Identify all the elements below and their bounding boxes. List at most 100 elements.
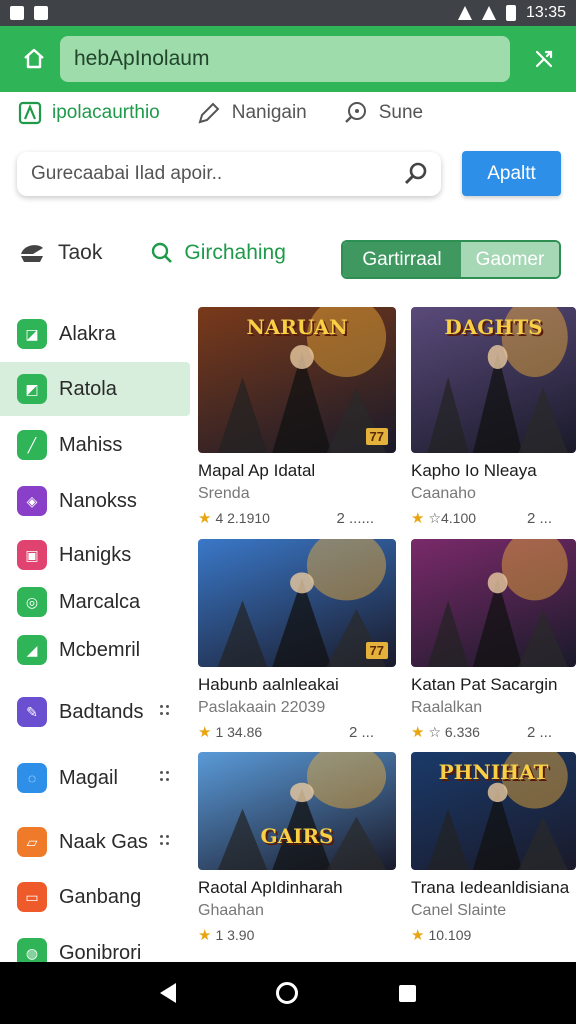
system-nav-bar [0,962,576,1024]
app-icon [18,101,42,125]
sidebar-item[interactable]: ▣ Hanigks [0,528,190,582]
download-count: 2 ... [348,723,374,741]
sidebar-item-label: Marcalca [59,590,141,613]
home-icon [24,48,44,69]
age-badge: 77 [365,428,388,445]
card-title: Trana Iedeanldisiana [411,878,570,897]
recents-icon[interactable] [398,984,416,1002]
sidebar-item-label: Naak Gas [59,830,148,853]
search-icon[interactable] [403,161,429,187]
sidebar-item-label: Mcbemril [59,638,141,661]
quick-tab-navigation[interactable]: Nanigain [196,100,307,126]
search-icon [152,242,173,263]
sidebar-item[interactable]: ▭ Ganbang [0,870,190,924]
app-card[interactable]: PHNIHAT Trana Iedeanldisiana Canel Slainte… [411,752,576,944]
share-button[interactable] [526,41,562,77]
card-title: Mapal Ap Idatal [198,461,316,480]
category-icon: ▭ [17,882,47,912]
game-thumbnail[interactable] [411,539,576,667]
card-subtitle: Ghaahan [198,902,264,919]
sidebar-item[interactable]: ✎ Badtands [0,685,190,739]
game-thumbnail[interactable]: GAIRS [198,752,396,870]
game-logo-text: PHNIHAT [438,760,549,784]
sidebar-item-label: Alakra [59,322,116,345]
tools-filter[interactable]: Taok [18,240,102,266]
sidebar-item-label: Hanigks [59,543,132,566]
sidebar-item-label: Nanokss [59,489,137,512]
searching-filter[interactable]: Girchahing [150,241,286,265]
rating-value: 4 2.1910 [215,510,270,526]
quick-tab-label: Sune [378,102,424,123]
tools-icon [21,245,43,262]
card-subtitle: Raalalkan [411,699,483,716]
wifi-icon [457,6,472,20]
card-subtitle: Srenda [198,485,250,502]
card-meta: ★ ☆4.100 2 ... [411,509,576,528]
category-icon: ◩ [17,374,47,404]
category-icon: ▱ [17,827,47,857]
app-card[interactable]: NARUAN 77 Mapal Ap Idatal Srenda ★ 4 2.1910 2 … [198,307,398,527]
app-card[interactable]: DAGHTS Kapho Io Nleaya Caanaho ★ ☆4.100 2 ... [411,307,576,527]
sidebar-item[interactable]: ◩ Ratola [0,362,190,416]
quick-tab-label: Nanigain [231,102,307,123]
sidebar-item[interactable]: ╱ Mahiss [0,418,190,472]
star-icon: ★ [411,724,425,741]
status-bar: 13:35 [0,0,576,26]
category-icon: ✎ [17,697,47,727]
quick-tab-search[interactable]: Sune [343,100,423,126]
back-icon[interactable] [160,983,177,1003]
more-icon[interactable] [160,705,170,717]
app-card[interactable]: GAIRS Raotal ApIdinharah Ghaahan ★ 1 3.90 [198,752,398,944]
game-logo-text: GAIRS [260,824,334,848]
game-thumbnail[interactable]: 77 [198,539,396,667]
search-icon [344,102,366,123]
quick-tab-label: ipolacaurthio [52,102,160,123]
sidebar-item[interactable]: ▱ Naak Gas [0,815,190,869]
sidebar-item[interactable]: ◢ Mcbemril [0,623,190,677]
sidebar-item[interactable]: ◈ Nanokss [0,474,190,528]
segment-toggle: Gartirraal Gaomer [341,240,561,279]
card-subtitle: Paslakaain 22039 [198,699,326,716]
category-icon: ▣ [17,540,47,570]
rating-value: ☆ 6.336 [428,723,480,740]
category-icon: ◢ [17,635,47,665]
quick-tabs: ipolacaurthio Nanigain Sune [18,100,459,126]
card-subtitle: Canel Slainte [411,902,507,919]
game-thumbnail[interactable]: PHNIHAT [411,752,576,870]
search-bar[interactable]: Gurecaabai Ilad apoir.. [17,152,441,196]
sidebar-item[interactable]: ◎ Marcalca [0,575,190,629]
home-nav-icon[interactable] [276,982,299,1004]
apply-button[interactable]: Apaltt [462,151,561,196]
game-logo-text: NARUAN [246,315,348,339]
category-icon: ◪ [17,319,47,349]
card-meta: ★ ☆ 6.336 2 ... [411,723,576,742]
signal-icon [481,6,496,20]
app-bar: hebApInolaum [0,26,576,92]
card-meta: ★ 4 2.1910 2 ...... [198,509,398,528]
category-icon: ◈ [17,486,47,516]
game-art-icon [427,539,568,667]
card-title: Raotal ApIdinharah [198,878,343,897]
card-subtitle: Caanaho [411,485,476,502]
home-button[interactable] [14,39,54,79]
url-field[interactable]: hebApInolaum [60,36,510,82]
card-meta: ★ 1 3.90 [198,926,398,944]
more-icon[interactable] [160,771,170,783]
download-count: 2 ... [526,723,552,741]
sidebar-item-label: Ratola [59,377,117,400]
game-thumbnail[interactable]: DAGHTS [411,307,576,453]
rating-value: 10.109 [428,927,472,943]
segment-right[interactable]: Gaomer [461,242,559,277]
app-card[interactable]: Katan Pat Sacargin Raalalkan ★ ☆ 6.336 2 ... [411,539,576,741]
star-icon: ★ [198,927,212,944]
sidebar-item[interactable]: ◌ Magail [0,751,190,805]
quick-tab-apps[interactable]: ipolacaurthio [18,101,160,125]
search-input[interactable]: Gurecaabai Ilad apoir.. [31,163,222,185]
segment-left[interactable]: Gartirraal [343,242,461,277]
more-icon[interactable] [160,835,170,847]
game-thumbnail[interactable]: NARUAN 77 [198,307,396,453]
card-meta: ★ 1 34.86 2 ... [198,723,398,742]
download-count: 2 ...... [336,509,374,527]
app-card[interactable]: 77 Habunb aalnleakai Paslakaain 22039 ★ 1 34… [198,539,398,741]
sidebar-item[interactable]: ◪ Alakra [0,307,190,361]
